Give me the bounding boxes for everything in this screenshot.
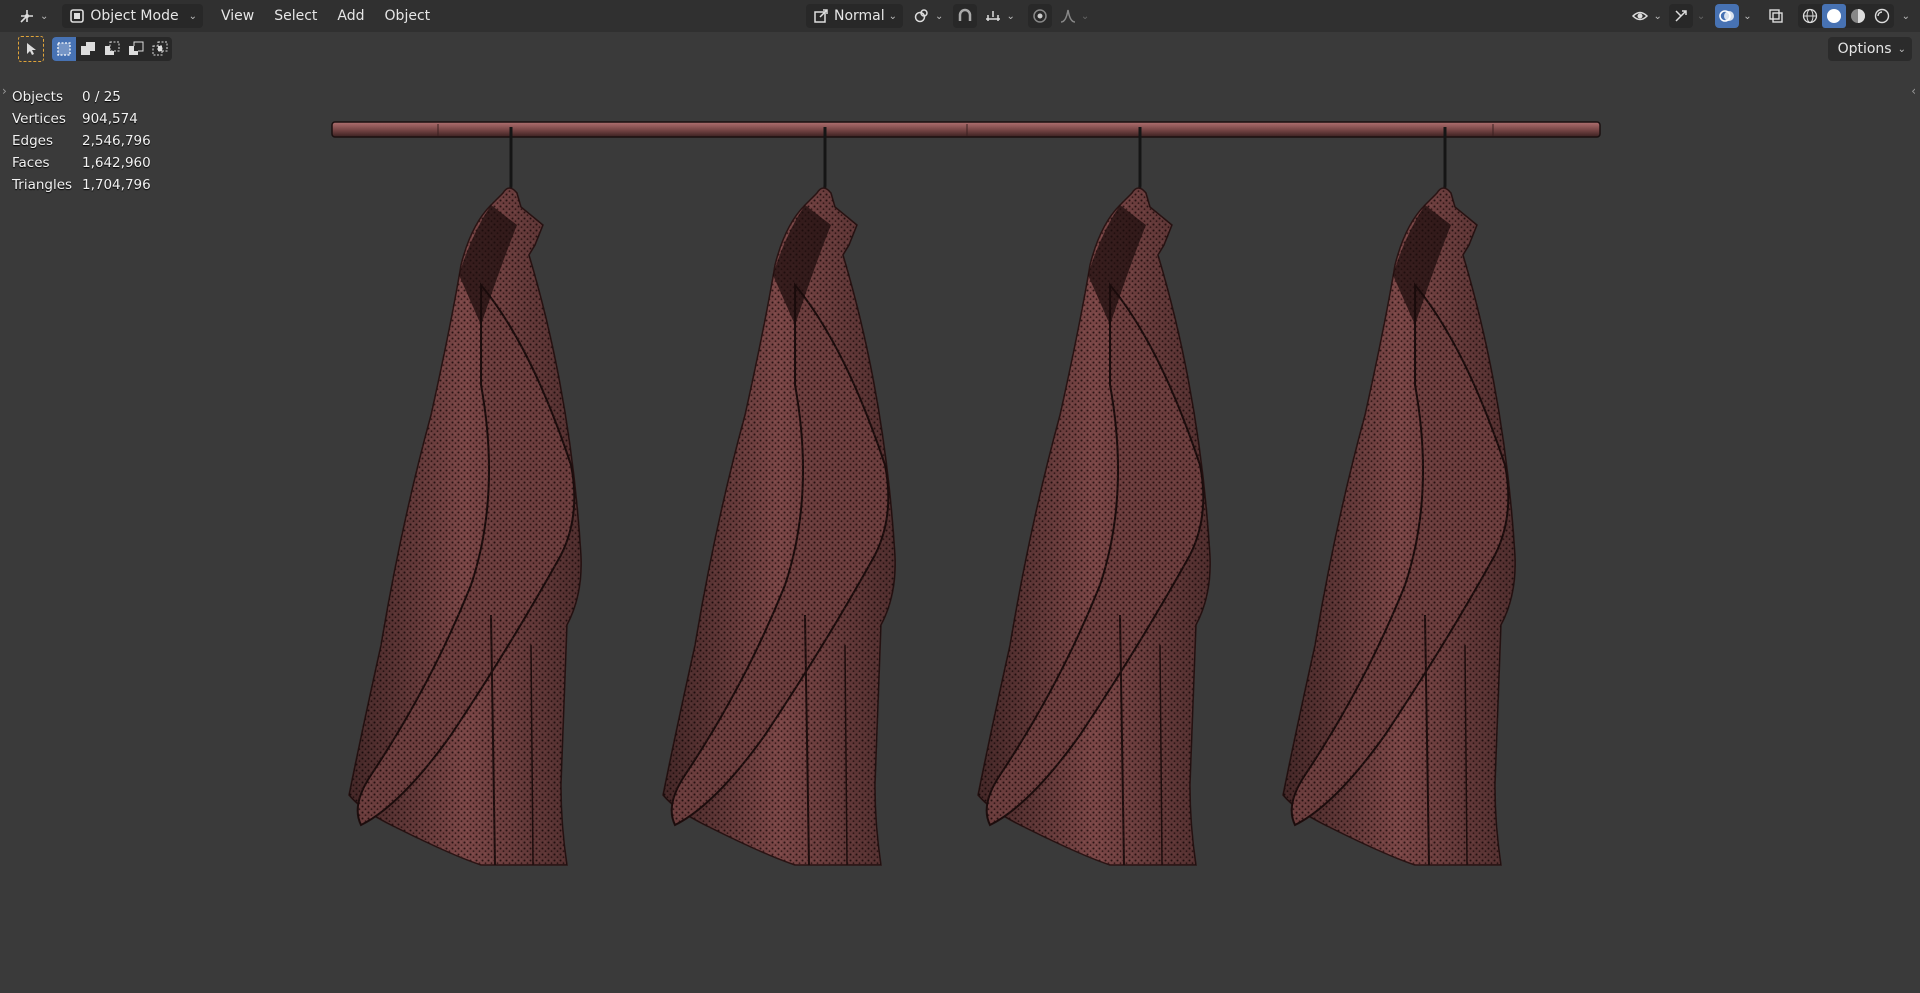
mode-selector[interactable]: Object Mode ⌄ — [62, 4, 203, 28]
chevron-down-icon[interactable]: ⌄ — [1902, 11, 1910, 22]
snap-target-dropdown[interactable]: ⌄ — [981, 4, 1017, 28]
editor-type-button[interactable]: ⌄ — [12, 4, 54, 28]
stat-label: Objects — [12, 89, 64, 105]
overlays-icon — [1718, 7, 1736, 25]
chevron-down-icon: ⌄ — [40, 10, 49, 22]
chevron-down-icon: ⌄ — [935, 10, 944, 22]
chevron-down-icon: ⌄ — [1006, 10, 1015, 22]
selection-mode-group — [52, 37, 172, 61]
stat-objects: Objects 0 / 25 — [12, 86, 151, 108]
statistics-overlay: Objects 0 / 25 Vertices 904,574 Edges 2,… — [12, 86, 151, 196]
falloff-dropdown[interactable]: ⌄ — [1056, 4, 1092, 28]
solid-shading-icon[interactable] — [1821, 4, 1846, 28]
options-dropdown[interactable]: Options ⌄ — [1827, 37, 1912, 61]
select-difference-icon[interactable] — [124, 37, 148, 61]
jacket-mesh — [347, 125, 583, 867]
stat-faces: Faces 1,642,960 — [12, 152, 151, 174]
select-tool-button[interactable] — [18, 36, 44, 62]
viewport-3d[interactable] — [0, 0, 1920, 993]
jacket-mesh — [976, 125, 1212, 867]
stat-value: 904,574 — [82, 111, 138, 127]
overlays-toggle[interactable] — [1715, 4, 1740, 28]
stat-edges: Edges 2,546,796 — [12, 130, 151, 152]
chevron-down-icon: ⌄ — [188, 10, 197, 22]
options-label: Options — [1837, 41, 1892, 57]
wireframe-shading-icon[interactable] — [1798, 7, 1822, 25]
chevron-down-icon: ⌄ — [1080, 10, 1090, 22]
stat-value: 0 / 25 — [82, 89, 121, 105]
menu-object[interactable]: Object — [375, 4, 441, 28]
snap-toggle[interactable] — [953, 4, 978, 28]
stat-vertices: Vertices 904,574 — [12, 108, 151, 130]
stat-value: 1,642,960 — [82, 155, 151, 171]
cursor-arrow-icon — [22, 40, 40, 58]
select-extend-icon[interactable] — [76, 37, 100, 61]
select-intersect-icon[interactable] — [148, 37, 172, 61]
orientation-label: Normal — [834, 8, 885, 24]
transform-orientation-dropdown[interactable]: Normal ⌄ — [806, 4, 904, 28]
transform-orientation-icon — [812, 7, 830, 25]
select-new-icon[interactable] — [52, 37, 76, 61]
chevron-down-icon: ⌄ — [888, 10, 898, 22]
stat-label: Vertices — [12, 111, 66, 127]
chevron-down-icon[interactable]: ⌄ — [1743, 11, 1751, 22]
editor-type-icon — [18, 7, 36, 25]
menu-add[interactable]: Add — [327, 4, 374, 28]
xray-icon — [1767, 7, 1785, 25]
xray-toggle[interactable] — [1764, 4, 1788, 28]
jacket-mesh — [1281, 125, 1517, 867]
stat-value: 2,546,796 — [82, 133, 151, 149]
rendered-shading-icon[interactable] — [1870, 7, 1894, 25]
shading-mode-group — [1797, 4, 1894, 28]
proportional-editing-icon — [1031, 7, 1049, 25]
mode-label: Object Mode — [90, 8, 179, 24]
chevron-down-icon[interactable]: ⌄ — [1697, 11, 1705, 22]
visibility-eye-icon — [1631, 7, 1649, 25]
menu-view[interactable]: View — [211, 4, 264, 28]
stat-triangles: Triangles 1,704,796 — [12, 174, 151, 196]
visibility-dropdown[interactable]: ⌄ — [1628, 4, 1664, 28]
viewport-header: ⌄ Object Mode ⌄ View Select Add Object N… — [0, 0, 1920, 32]
sidebar-expand-icon[interactable]: ‹ — [1911, 84, 1916, 98]
select-subtract-icon[interactable] — [100, 37, 124, 61]
proportional-editing-toggle[interactable] — [1027, 4, 1052, 28]
stat-label: Edges — [12, 133, 54, 149]
pivot-point-dropdown[interactable]: ⌄ — [907, 4, 949, 28]
gizmo-icon — [1672, 7, 1690, 25]
toolbar-expand-icon[interactable]: › — [2, 84, 7, 98]
snap-target-icon — [984, 7, 1002, 25]
falloff-curve-icon — [1059, 7, 1077, 25]
snap-icon — [956, 7, 974, 25]
jacket-mesh — [661, 125, 897, 867]
chevron-down-icon: ⌄ — [1897, 43, 1906, 55]
stat-label: Triangles — [12, 177, 73, 193]
material-shading-icon[interactable] — [1846, 7, 1870, 25]
clothes-rod — [331, 121, 1601, 138]
pivot-point-icon — [913, 7, 931, 25]
gizmo-toggle[interactable] — [1668, 4, 1693, 28]
tool-settings-row: Options ⌄ — [0, 34, 1920, 64]
stat-label: Faces — [12, 155, 50, 171]
chevron-down-icon: ⌄ — [1653, 10, 1662, 22]
menu-select[interactable]: Select — [264, 4, 327, 28]
stat-value: 1,704,796 — [82, 177, 151, 193]
object-mode-icon — [68, 7, 86, 25]
